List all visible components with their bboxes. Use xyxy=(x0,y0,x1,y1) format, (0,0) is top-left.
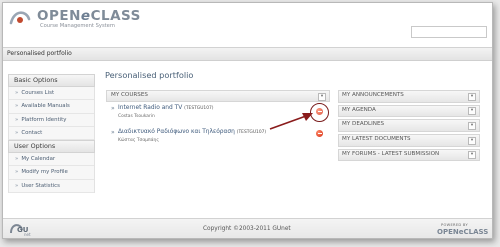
powered-by-label: POWERED BY xyxy=(441,223,468,227)
powered-by-logo[interactable]: OPENeCLASS xyxy=(437,228,488,236)
panel-title: MY FORUMS - LATEST SUBMISSION xyxy=(342,150,440,157)
panel-my-latest-documents: MY LATEST DOCUMENTS ▾ xyxy=(338,134,480,147)
chevron-down-icon[interactable]: ▾ xyxy=(468,107,476,116)
sidebar: Basic Options » Courses List » Available M… xyxy=(8,74,95,194)
course-link[interactable]: Internet Radio and TV (TESTGU107) xyxy=(118,105,214,111)
openeclass-logo-icon xyxy=(9,11,31,25)
chevron-down-icon[interactable]: ▾ xyxy=(468,151,476,160)
panel-my-deadlines: MY DEADLINES ▾ xyxy=(338,119,480,132)
bullet-icon: » xyxy=(15,103,19,110)
bullet-icon: » xyxy=(15,90,19,96)
logo-text-open: OPEN xyxy=(37,8,81,24)
copyright-text: Copyright ©2003-2011 GUnet xyxy=(203,226,291,232)
list-item: » Διαδικτυακό Ραδιόφωνο και Τηλεόραση (T… xyxy=(111,129,331,149)
course-professor: Κώστας Τσαμπάης xyxy=(118,138,159,143)
sidebar-item-user-statistics[interactable]: » User Statistics xyxy=(9,180,94,194)
arrow-pointer-icon xyxy=(269,113,313,130)
sidebar-item-label: My Calendar xyxy=(21,156,56,163)
sidebar-item-label: User Statistics xyxy=(21,182,60,189)
footer: GU net Copyright ©2003-2011 GUnet POWERE… xyxy=(3,218,492,238)
sidebar-item-label: Courses List xyxy=(21,90,55,96)
search-input[interactable] xyxy=(411,26,487,38)
chevron-down-icon[interactable]: ▾ xyxy=(468,136,476,145)
sidebar-list-basic: » Courses List » Available Manuals » Platfo… xyxy=(8,87,95,141)
bullet-icon: » xyxy=(111,105,115,112)
sidebar-item-label: Contact xyxy=(21,129,43,136)
sidebar-item-modify-profile[interactable]: » Modify my Profile xyxy=(9,166,94,180)
sidebar-item-platform-identity[interactable]: » Platform Identity xyxy=(9,114,94,127)
browser-window: OPENeCLASS Course Management System Pers… xyxy=(2,2,493,239)
sidebar-item-available-manuals[interactable]: » Available Manuals xyxy=(9,100,94,114)
chevron-down-icon[interactable]: ▾ xyxy=(318,92,326,101)
logo-title[interactable]: OPENeCLASS xyxy=(37,8,141,24)
panel-my-announcements: MY ANNOUNCEMENTS ▾ xyxy=(338,90,480,103)
bullet-icon: » xyxy=(15,116,19,123)
course-professor: Costas Tsoukarin xyxy=(118,114,155,119)
sidebar-item-label: Platform Identity xyxy=(21,116,67,123)
sidebar-list-user: » My Calendar » Modify my Profile » User St… xyxy=(8,153,95,194)
panel-title: MY AGENDA xyxy=(342,106,376,113)
bullet-icon: » xyxy=(15,156,19,163)
course-title: Διαδικτυακό Ραδιόφωνο και Τηλεόραση xyxy=(118,129,235,135)
logo-subtitle: Course Management System xyxy=(40,23,115,29)
sidebar-item-contact[interactable]: » Contact xyxy=(9,127,94,141)
breadcrumb: Personalised portfolio xyxy=(3,47,492,61)
panel-my-agenda: MY AGENDA ▾ xyxy=(338,104,480,118)
panel-title: MY DEADLINES xyxy=(342,121,385,128)
course-link[interactable]: Διαδικτυακό Ραδιόφωνο και Τηλεόραση (TES… xyxy=(118,129,266,135)
gunet-logo[interactable]: GU net xyxy=(8,221,38,237)
portfolio-panels: MY ANNOUNCEMENTS ▾ MY AGENDA ▾ MY DEADLINE… xyxy=(338,90,480,163)
gunet-logo-subtext: net xyxy=(24,232,31,237)
header: OPENeCLASS Course Management System xyxy=(3,3,492,47)
page-title: Personalised portfolio xyxy=(105,70,194,80)
unregister-icon[interactable] xyxy=(316,130,323,137)
sidebar-item-label: Modify my Profile xyxy=(21,169,68,176)
bullet-icon: » xyxy=(15,169,19,176)
sidebar-item-courses-list[interactable]: » Courses List xyxy=(9,87,94,101)
logo-text-e: e xyxy=(80,8,91,24)
course-title: Internet Radio and TV xyxy=(118,105,183,111)
bullet-icon: » xyxy=(15,129,19,136)
bullet-icon: » xyxy=(15,182,19,189)
panel-my-forums: MY FORUMS - LATEST SUBMISSION ▾ xyxy=(338,148,480,162)
sidebar-item-my-calendar[interactable]: » My Calendar xyxy=(9,153,94,167)
breadcrumb-current: Personalised portfolio xyxy=(7,50,72,57)
course-code: (TESTGU107) xyxy=(236,130,267,135)
panel-title: MY ANNOUNCEMENTS xyxy=(342,92,404,98)
my-courses-header: MY COURSES ▾ xyxy=(106,90,330,102)
panel-title: MY LATEST DOCUMENTS xyxy=(342,136,411,143)
sidebar-item-label: Available Manuals xyxy=(21,103,70,110)
chevron-down-icon[interactable]: ▾ xyxy=(468,92,476,101)
sidebar-section-basic-options: Basic Options xyxy=(8,74,95,87)
course-code: (TESTGU107) xyxy=(184,106,214,111)
sidebar-section-user-options: User Options xyxy=(8,140,95,154)
my-courses-title: MY COURSES xyxy=(111,92,148,98)
bullet-icon: » xyxy=(111,129,115,136)
logo-text-class: CLASS xyxy=(90,8,141,24)
chevron-down-icon[interactable]: ▾ xyxy=(468,121,476,130)
